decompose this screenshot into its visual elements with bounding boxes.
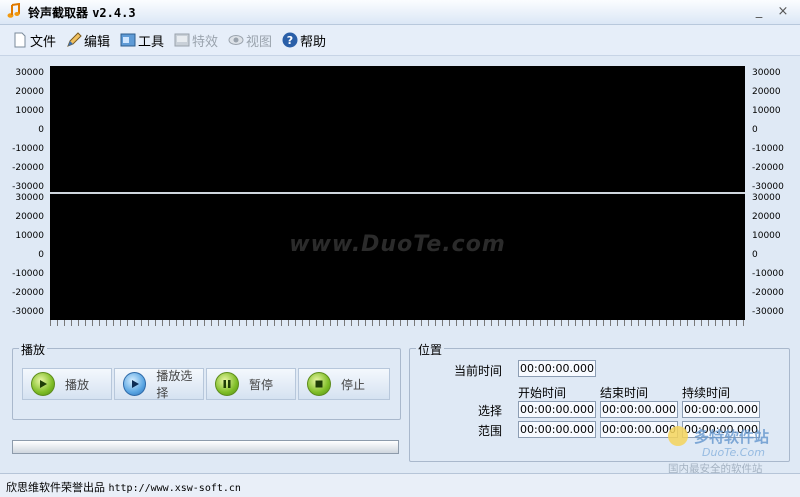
logo-site: DuoTe.Com (702, 446, 765, 459)
menu-effects-label: 特效 (192, 34, 219, 50)
music-note-icon (7, 3, 20, 18)
pause-icon (215, 372, 239, 396)
y-label: -10000 (752, 144, 784, 154)
menu-help-label: 帮助 (300, 34, 327, 50)
selection-start-field[interactable]: 00:00:00.000 (518, 401, 596, 418)
menu-effects[interactable]: 特效 (174, 31, 219, 50)
waveform-display[interactable]: www.DuoTe.com (50, 66, 745, 320)
menu-tools[interactable]: 工具 (120, 31, 165, 50)
play-icon (31, 372, 55, 396)
pause-button-label: 暂停 (249, 377, 274, 392)
range-start-field[interactable]: 00:00:00.000 (518, 421, 596, 438)
y-label: 10000 (15, 106, 44, 116)
play-button[interactable]: 播放 (22, 368, 112, 400)
menu-view-label: 视图 (246, 34, 273, 50)
play-selection-button-label: 播放选择 (156, 369, 193, 400)
end-time-header: 结束时间 (600, 386, 649, 400)
duote-logo: 多特软件站 DuoTe.Com 国内最安全的软件站 (668, 426, 769, 474)
duration-header: 持续时间 (682, 386, 731, 400)
y-label: 30000 (752, 68, 781, 78)
playback-progress-bar[interactable] (12, 440, 399, 454)
menu-view[interactable]: 视图 (228, 31, 273, 50)
minimize-button[interactable]: _ (752, 5, 766, 20)
status-credit: 欣思维软件荣誉出品 (6, 481, 105, 494)
menu-bar: 文件 编辑 工具 特效 视图 ? 帮助 (0, 25, 800, 56)
current-time-label: 当前时间 (454, 364, 503, 378)
menu-edit-label: 编辑 (84, 34, 111, 50)
y-label: -10000 (12, 269, 44, 279)
stop-icon (307, 372, 331, 396)
y-label: 0 (38, 125, 44, 135)
y-label: 30000 (752, 193, 781, 203)
time-ruler (50, 320, 745, 326)
menu-file-label: 文件 (30, 34, 57, 50)
stop-button-label: 停止 (341, 377, 366, 392)
y-label: -30000 (12, 182, 44, 192)
status-text: 欣思维软件荣誉出品 http://www.xsw-soft.cn (6, 479, 241, 495)
y-label: 20000 (15, 87, 44, 97)
y-label: -20000 (12, 163, 44, 173)
status-bar: 欣思维软件荣誉出品 http://www.xsw-soft.cn (0, 473, 800, 497)
y-label: 0 (38, 250, 44, 260)
menu-tools-label: 工具 (138, 34, 165, 50)
pause-button[interactable]: 暂停 (206, 368, 296, 400)
y-label: -30000 (12, 307, 44, 317)
app-name: 铃声截取器 (28, 6, 89, 20)
view-icon (228, 35, 244, 45)
y-label: 10000 (752, 231, 781, 241)
y-label: 0 (752, 125, 758, 135)
y-label: 10000 (752, 106, 781, 116)
logo-brand: 多特软件站 (694, 428, 769, 446)
y-label: 20000 (752, 87, 781, 97)
current-time-field: 00:00:00.000 (518, 360, 596, 377)
selection-row-label: 选择 (478, 404, 503, 418)
y-label: -20000 (752, 288, 784, 298)
window-title: 铃声截取器 v2.4.3 (28, 4, 136, 21)
y-label: 0 (752, 250, 758, 260)
status-url[interactable]: http://www.xsw-soft.cn (109, 483, 241, 494)
stop-button[interactable]: 停止 (298, 368, 390, 400)
tools-icon (120, 33, 136, 47)
playback-group-title: 播放 (19, 341, 48, 358)
y-label: -10000 (12, 144, 44, 154)
position-group-title: 位置 (416, 341, 445, 358)
y-label: -30000 (752, 182, 784, 192)
edit-icon (67, 32, 82, 47)
y-label: 30000 (15, 193, 44, 203)
y-label: 20000 (752, 212, 781, 222)
y-label: -30000 (752, 307, 784, 317)
range-row-label: 范围 (478, 424, 503, 438)
menu-help[interactable]: ? 帮助 (282, 31, 327, 50)
play-selection-icon (123, 372, 147, 396)
y-label: -20000 (12, 288, 44, 298)
close-button[interactable]: × (776, 5, 790, 20)
y-label: 20000 (15, 212, 44, 222)
y-label: 10000 (15, 231, 44, 241)
y-label: -20000 (752, 163, 784, 173)
y-label: -10000 (752, 269, 784, 279)
menu-file[interactable]: 文件 (12, 31, 57, 50)
help-icon: ? (282, 32, 298, 48)
watermark-text: www.DuoTe.com (289, 232, 506, 257)
app-version: v2.4.3 (92, 6, 136, 20)
svg-text:?: ? (287, 34, 293, 47)
menu-edit[interactable]: 编辑 (66, 31, 111, 50)
title-bar: 铃声截取器 v2.4.3 _ × (0, 0, 800, 25)
channel-divider (50, 192, 745, 194)
start-time-header: 开始时间 (518, 386, 567, 400)
play-button-label: 播放 (65, 377, 90, 392)
selection-end-field[interactable]: 00:00:00.000 (600, 401, 678, 418)
selection-duration-field[interactable]: 00:00:00.000 (682, 401, 760, 418)
effects-icon (174, 33, 190, 47)
play-selection-button[interactable]: 播放选择 (114, 368, 204, 400)
file-icon (14, 32, 26, 48)
y-label: 30000 (15, 68, 44, 78)
